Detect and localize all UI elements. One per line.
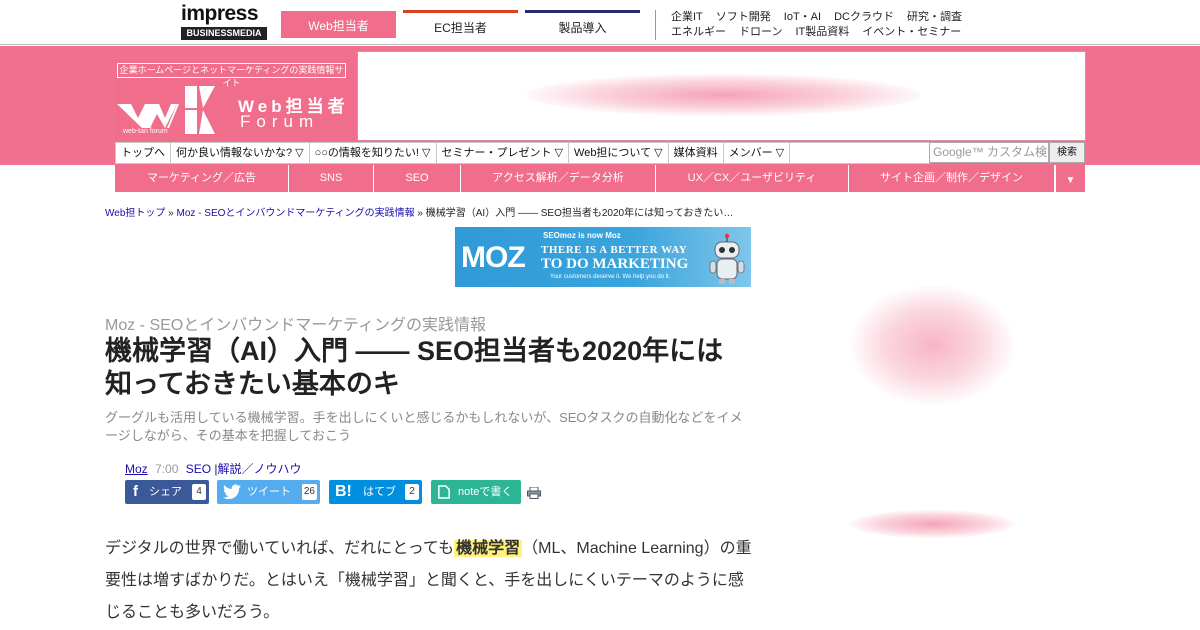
- breadcrumb-section[interactable]: Moz - SEOとインバウンドマーケティングの実践情報: [177, 208, 415, 219]
- sidebar-ad-placeholder-small[interactable]: [850, 510, 1015, 538]
- breadcrumb-current: 機械学習（AI）入門 —— SEO担当者も2020年には知っておきたい…: [425, 208, 734, 219]
- article-time: 7:00: [155, 462, 179, 476]
- top-link-drone[interactable]: ドローン: [739, 26, 782, 38]
- facebook-icon: f: [133, 483, 138, 500]
- facebook-share-label: シェア: [149, 486, 182, 498]
- top-links: 企業IT ソフト開発 IoT・AI DCクラウド 研究・調査 エネルギー ドローン IT製品…: [671, 10, 991, 40]
- search-button[interactable]: 検索: [1049, 142, 1085, 163]
- category-bar: マーケティング／広告 SNS SEO アクセス解析／データ分析 UX／CX／ユー…: [115, 165, 1085, 192]
- hatena-bookmark-icon: B!: [335, 483, 352, 500]
- impress-logo-word: impress: [181, 2, 259, 25]
- top-link-energy[interactable]: エネルギー: [671, 26, 726, 38]
- moz-banner-ad[interactable]: MOZ SEOmoz is now Moz THERE IS A BETTER …: [455, 227, 751, 287]
- facebook-share-count: 4: [192, 484, 206, 500]
- category-site-planning[interactable]: サイト企画／制作／デザイン: [849, 165, 1055, 192]
- top-bar: impress BUSINESSMEDIA Web担当者 EC担当者 製品導入 …: [0, 0, 1200, 45]
- top-link-software[interactable]: ソフト開発: [716, 11, 771, 23]
- nav-media-kit[interactable]: 媒体資料: [669, 143, 724, 163]
- article-author[interactable]: Moz: [125, 462, 148, 476]
- top-link-enterprise-it[interactable]: 企業IT: [671, 11, 703, 23]
- nav-seminar[interactable]: セミナー・プレゼント ▽: [437, 143, 570, 163]
- twitter-bird-icon: [223, 484, 241, 500]
- top-link-research[interactable]: 研究・調査: [907, 11, 962, 23]
- top-link-iot-ai[interactable]: IoT・AI: [784, 11, 821, 23]
- moz-banner-small-text: SEOmoz is now Moz: [543, 231, 621, 240]
- breadcrumb-separator: »: [165, 208, 177, 219]
- sidebar-ad-placeholder[interactable]: [850, 285, 1015, 405]
- category-marketing[interactable]: マーケティング／広告: [115, 165, 289, 192]
- category-ux[interactable]: UX／CX／ユーザビリティ: [656, 165, 849, 192]
- nav-good-info[interactable]: 何か良い情報ないかな? ▽: [171, 143, 310, 163]
- breadcrumb-separator: »: [414, 208, 426, 219]
- moz-banner-line3: Your customers deserve it. We help you d…: [550, 274, 671, 280]
- breadcrumb-home[interactable]: Web担トップ: [105, 208, 165, 219]
- top-link-events[interactable]: イベント・セミナー: [862, 26, 961, 38]
- twitter-tweet-button[interactable]: ツイート 26: [217, 480, 320, 504]
- tab-web-tantousha[interactable]: Web担当者: [281, 11, 396, 38]
- twitter-tweet-label: ツイート: [247, 486, 291, 498]
- article-title: 機械学習（AI）入門 —— SEO担当者も2020年には知っておきたい基本のキ: [105, 336, 724, 399]
- impress-logo[interactable]: impress BUSINESSMEDIA: [181, 3, 267, 41]
- article-category-howto[interactable]: 解説／ノウハウ: [218, 462, 302, 476]
- roger-robot-icon: [709, 233, 745, 284]
- article-paragraph: デジタルの世界で働いていれば、だれにとっても 機械学習 （ML、Machine Le…: [105, 533, 755, 629]
- top-link-it-products[interactable]: IT製品資料: [795, 26, 849, 38]
- note-icon: [438, 485, 450, 499]
- note-write-button[interactable]: noteで書く: [431, 480, 521, 504]
- article-lede: グーグルも活用している機械学習。手を出しにくいと感じるかもしれないが、SEOタス…: [105, 410, 743, 443]
- paragraph-text: デジタルの世界で働いていれば、だれにとっても: [105, 540, 455, 557]
- top-links-row2: エネルギー ドローン IT製品資料 イベント・セミナー: [671, 25, 991, 40]
- nav-want-info[interactable]: ○○の情報を知りたい! ▽: [310, 143, 437, 163]
- nav-top[interactable]: トップへ: [116, 143, 171, 163]
- print-icon[interactable]: [527, 487, 541, 499]
- highlighted-keyword: 機械学習: [454, 540, 523, 557]
- search-input[interactable]: Google™ カスタム検索: [929, 142, 1049, 178]
- header-ad-banner[interactable]: [357, 51, 1086, 141]
- tab-ec-tantousha[interactable]: EC担当者: [403, 10, 518, 38]
- hatena-bookmark-button[interactable]: B! はてブ 2: [329, 480, 422, 504]
- facebook-share-button[interactable]: f シェア 4: [125, 480, 209, 504]
- hatena-bookmark-count: 2: [405, 484, 419, 500]
- moz-banner-line2: TO DO MARKETING: [541, 256, 689, 272]
- category-analytics[interactable]: アクセス解析／データ分析: [461, 165, 656, 192]
- article-series[interactable]: Moz - SEOとインバウンドマーケティングの実践情報: [105, 311, 486, 335]
- impress-logo-sub: BUSINESSMEDIA: [181, 27, 267, 40]
- moz-banner-line1: THERE IS A BETTER WAY: [541, 244, 688, 256]
- moz-logo: MOZ: [461, 241, 526, 274]
- category-seo[interactable]: SEO: [374, 165, 461, 192]
- note-write-label: noteで書く: [458, 486, 513, 498]
- article-category-seo[interactable]: SEO: [186, 462, 211, 476]
- nav-about[interactable]: Web担について ▽: [569, 143, 669, 163]
- breadcrumb: Web担トップ » Moz - SEOとインバウンドマーケティングの実践情報 »…: [105, 204, 733, 219]
- ad-placeholder-glow: [526, 74, 921, 116]
- category-expand-icon[interactable]: ▼: [1055, 165, 1085, 192]
- site-tagline: 企業ホームページとネットマーケティングの実践情報サイト: [117, 63, 346, 88]
- article-meta: Moz 7:00 SEO |解説／ノウハウ: [125, 460, 302, 477]
- article-body: デジタルの世界で働いていれば、だれにとっても 機械学習 （ML、Machine Le…: [105, 533, 755, 629]
- hatena-bookmark-label: はてブ: [363, 486, 396, 498]
- web-tan-logo-mark-icon: web-tan forum: [117, 86, 215, 135]
- top-link-dc-cloud[interactable]: DCクラウド: [834, 11, 894, 23]
- main-nav: トップへ 何か良い情報ないかな? ▽ ○○の情報を知りたい! ▽ セミナー・プレ…: [115, 142, 930, 164]
- tab-product-introduction[interactable]: 製品導入: [525, 10, 640, 38]
- logo-text-forum: Forum: [240, 112, 320, 131]
- top-divider: [655, 10, 656, 40]
- logo-small-text: web-tan forum: [122, 128, 168, 135]
- top-links-row1: 企業IT ソフト開発 IoT・AI DCクラウド 研究・調査: [671, 10, 991, 25]
- nav-member[interactable]: メンバー ▽: [724, 143, 791, 163]
- category-sns[interactable]: SNS: [289, 165, 374, 192]
- twitter-tweet-count: 26: [301, 484, 317, 500]
